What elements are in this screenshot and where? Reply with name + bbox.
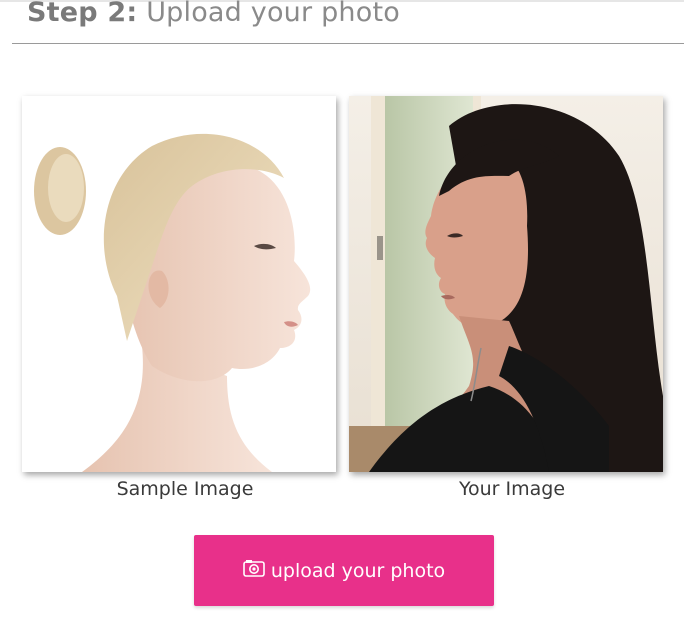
sample-profile-illustration xyxy=(22,96,336,472)
upload-photo-page: Step 2: Upload your photo Sample Image Y… xyxy=(0,0,684,632)
camera-icon xyxy=(243,559,265,582)
sample-image-caption: Sample Image xyxy=(116,478,254,500)
step-title: Upload your photo xyxy=(146,0,400,28)
user-image xyxy=(349,96,663,472)
upload-button-label: upload your photo xyxy=(270,559,446,582)
sample-image xyxy=(22,96,336,472)
upload-photo-button[interactable]: upload your photo xyxy=(194,535,494,606)
header-divider xyxy=(12,43,684,44)
step-label: Step 2: xyxy=(27,0,138,28)
user-profile-illustration xyxy=(349,96,663,472)
step-header: Step 2: Upload your photo xyxy=(27,0,400,32)
user-image-caption: Your Image xyxy=(458,478,566,500)
